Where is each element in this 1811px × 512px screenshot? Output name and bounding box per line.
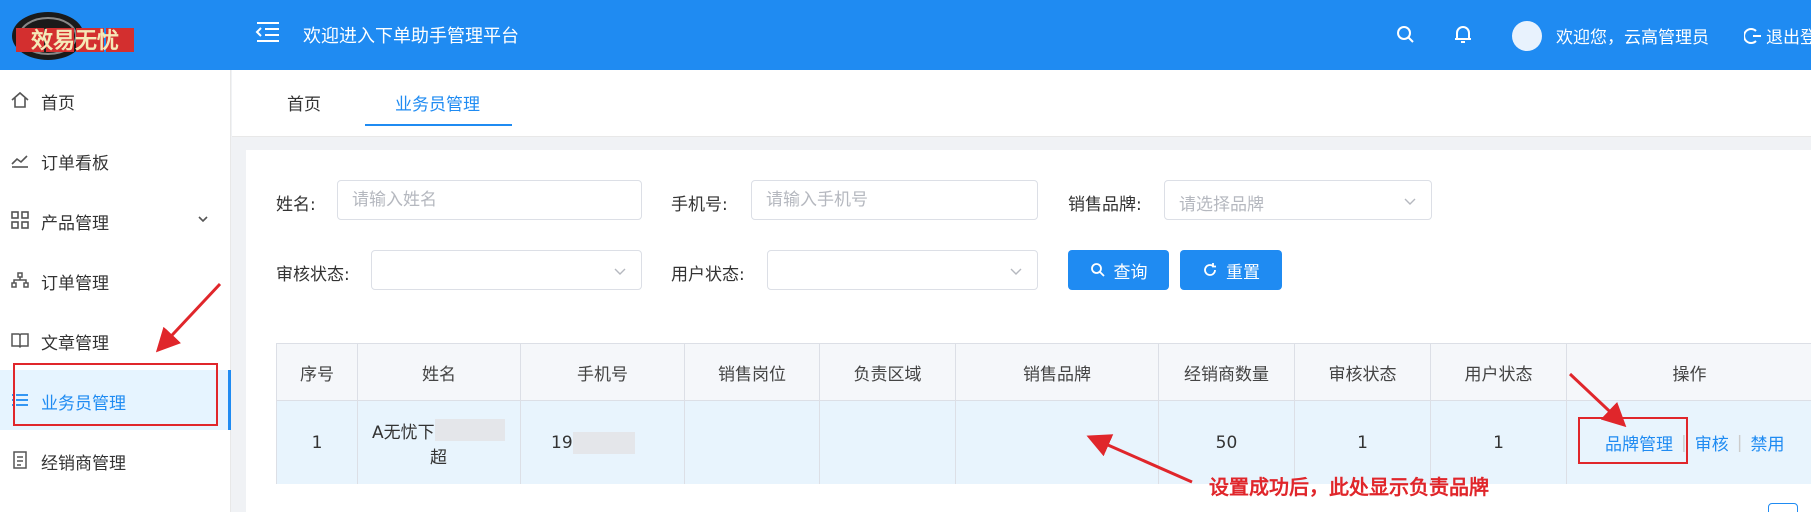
audit-status-label: 审核状态: (276, 265, 350, 285)
annotation-box-sidebar (13, 363, 218, 426)
logout-button[interactable]: 退出登录 (1744, 23, 1811, 48)
audit-status-select[interactable] (371, 250, 642, 290)
book-icon (11, 333, 29, 349)
logout-label: 退出登录 (1766, 28, 1811, 48)
phone-input[interactable] (751, 180, 1038, 220)
sidebar-item-orders[interactable]: 订单管理 (0, 250, 231, 310)
sidebar-item-articles[interactable]: 文章管理 (0, 310, 231, 370)
query-button-label: 查询 (1113, 262, 1148, 283)
tab-home[interactable]: 首页 (287, 90, 321, 115)
sidebar-item-home[interactable]: 首页 (0, 70, 231, 130)
avatar[interactable] (1512, 21, 1542, 51)
row-position (685, 401, 820, 484)
chevron-down-icon (614, 268, 626, 275)
phone-label: 手机号: (671, 195, 728, 215)
row-brand (956, 401, 1159, 484)
chevron-down-icon (198, 216, 208, 223)
logout-icon (1744, 27, 1761, 44)
grid-icon (11, 211, 29, 229)
active-tab-indicator (365, 124, 512, 126)
audit-link[interactable]: 审核 (1695, 430, 1729, 455)
logo: 效易无忧 (8, 6, 142, 66)
row-index: 1 (277, 401, 358, 484)
row-name: A无忧下 超 (358, 401, 521, 484)
sidebar-item-label: 文章管理 (41, 334, 109, 354)
user-status-label: 用户状态: (671, 265, 745, 285)
search-icon (1090, 263, 1105, 277)
chevron-down-icon (1010, 268, 1022, 275)
page-title: 欢迎进入下单助手管理平台 (303, 26, 519, 47)
col-header: 操作 (1672, 364, 1707, 385)
col-header: 用户状态 (1431, 344, 1567, 400)
name-label: 姓名: (276, 195, 316, 215)
bell-icon[interactable] (1452, 23, 1474, 45)
sidebar-item-label: 经销商管理 (41, 454, 126, 474)
col-header: 销售岗位 (685, 344, 820, 400)
reset-button[interactable]: 重置 (1180, 250, 1282, 290)
sidebar-item-label: 首页 (41, 94, 75, 114)
chart-line-icon (11, 155, 28, 168)
tab-salesman[interactable]: 业务员管理 (395, 90, 480, 115)
table-header-row: 序号 姓名 手机号 销售岗位 负责区域 销售品牌 经销商数量 审核状态 用户状态… (277, 344, 1811, 401)
name-input[interactable] (337, 180, 642, 220)
divider: | (1736, 432, 1743, 453)
search-icon[interactable] (1395, 24, 1417, 46)
refresh-icon (1204, 263, 1216, 276)
row-name-line1: A无忧下 (372, 422, 435, 443)
home-icon (11, 91, 29, 108)
annotation-text: 设置成功后，此处显示负责品牌 (1209, 475, 1489, 499)
brand-label: 销售品牌: (1068, 195, 1142, 215)
sidebar-item-label: 订单管理 (41, 274, 109, 294)
col-header: 销售品牌 (956, 344, 1159, 400)
sidebar-item-dealers[interactable]: 经销商管理 (0, 430, 231, 490)
sidebar-item-label: 订单看板 (41, 154, 109, 174)
user-status-select[interactable] (767, 250, 1038, 290)
col-header: 姓名 (358, 344, 521, 400)
sidebar: 首页 订单看板 产品管理 订单管理 文章管理 业务员管理 经销商管理 (0, 70, 231, 512)
tab-bar: 首页 业务员管理 (232, 70, 1811, 137)
sidebar-item-order-board[interactable]: 订单看板 (0, 130, 231, 190)
document-icon (13, 451, 27, 469)
sidebar-item-label: 产品管理 (41, 214, 109, 234)
row-region (820, 401, 956, 484)
annotation-box-brand-manage (1578, 417, 1688, 464)
row-name-line2: 超 (430, 447, 447, 468)
pagination-edge[interactable] (1768, 503, 1798, 512)
row-phone: 19 (521, 401, 685, 484)
query-button[interactable]: 查询 (1068, 250, 1169, 290)
col-header: 手机号 (521, 344, 685, 400)
redacted-block (572, 431, 635, 454)
top-header: 效易无忧 欢迎进入下单助手管理平台 欢迎您，云高管理员 退出登录 (0, 0, 1811, 70)
chevron-down-icon (1404, 198, 1416, 205)
welcome-text: 欢迎您，云高管理员 (1556, 28, 1709, 48)
col-header: 负责区域 (820, 344, 956, 400)
col-header: 经销商数量 (1159, 344, 1295, 400)
logo-text: 效易无忧 (31, 28, 119, 54)
brand-select[interactable]: 请选择品牌 (1164, 180, 1432, 220)
row-phone-prefix: 19 (551, 432, 573, 453)
sidebar-item-products[interactable]: 产品管理 (0, 190, 231, 250)
col-header: 序号 (277, 344, 358, 400)
disable-link[interactable]: 禁用 (1750, 430, 1784, 455)
redacted-block (434, 419, 505, 441)
org-chart-icon (11, 272, 29, 288)
col-header: 审核状态 (1295, 344, 1431, 400)
brand-select-placeholder: 请选择品牌 (1179, 195, 1264, 215)
reset-button-label: 重置 (1226, 262, 1260, 283)
menu-toggle-icon[interactable] (255, 20, 281, 44)
